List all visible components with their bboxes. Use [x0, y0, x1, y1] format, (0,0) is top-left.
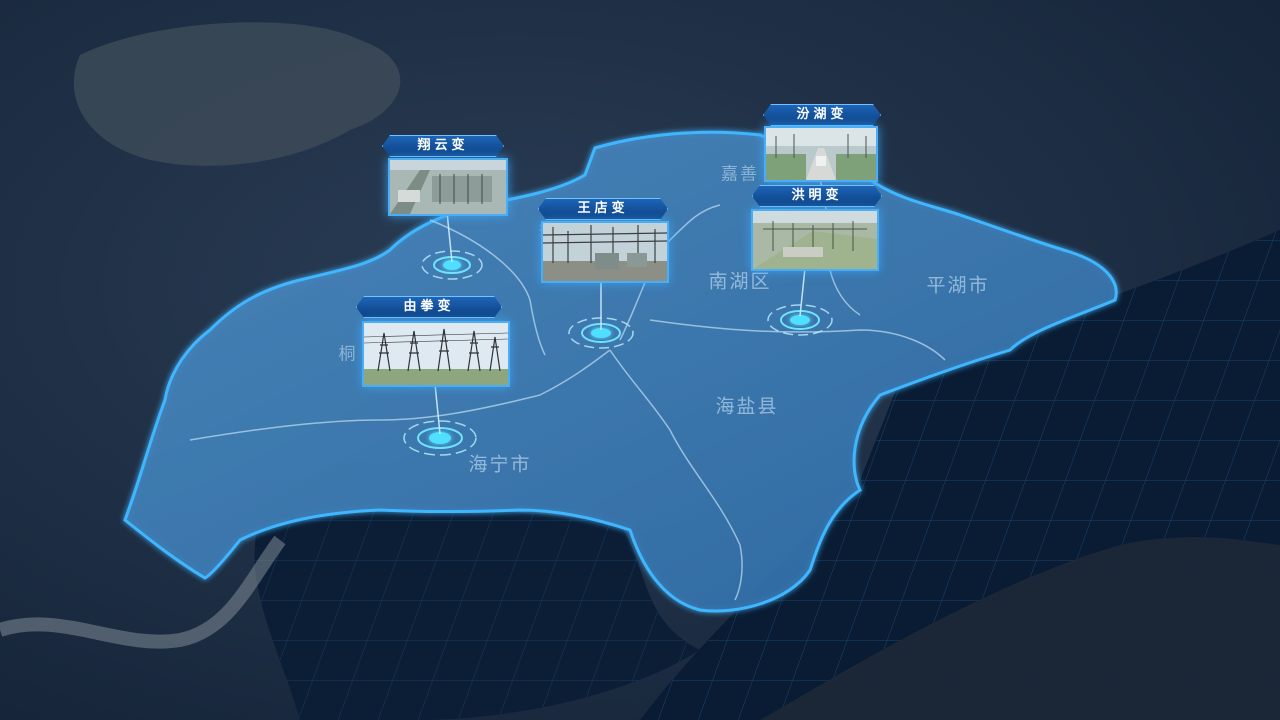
district-label-haining: 海宁市 — [468, 453, 532, 476]
substation-yard-icon — [390, 160, 506, 214]
substation-photo[interactable] — [388, 158, 508, 216]
district-label-pinghu: 平湖市 — [926, 274, 990, 297]
substation-photo[interactable] — [764, 126, 878, 182]
substation-title[interactable]: 由拳变 — [356, 296, 502, 318]
district-label-jiaxing: 嘉善 — [721, 164, 759, 185]
substation-title[interactable]: 洪明变 — [752, 185, 882, 207]
map-canvas — [0, 0, 1280, 720]
substation-yard-icon — [753, 211, 877, 269]
substation-photo[interactable] — [362, 321, 510, 387]
substation-photo[interactable] — [751, 209, 879, 271]
district-label-haiyan: 海盐县 — [715, 395, 779, 418]
substation-title[interactable]: 汾湖变 — [763, 104, 881, 126]
substation-road-icon — [766, 128, 876, 180]
district-label-tongxiang: 桐 — [338, 344, 358, 365]
substation-photo[interactable] — [541, 221, 669, 283]
substation-equipment-icon — [543, 223, 667, 281]
substation-title[interactable]: 翔云变 — [382, 135, 504, 157]
transmission-towers-icon — [364, 323, 508, 385]
substation-title[interactable]: 王店变 — [538, 198, 668, 220]
